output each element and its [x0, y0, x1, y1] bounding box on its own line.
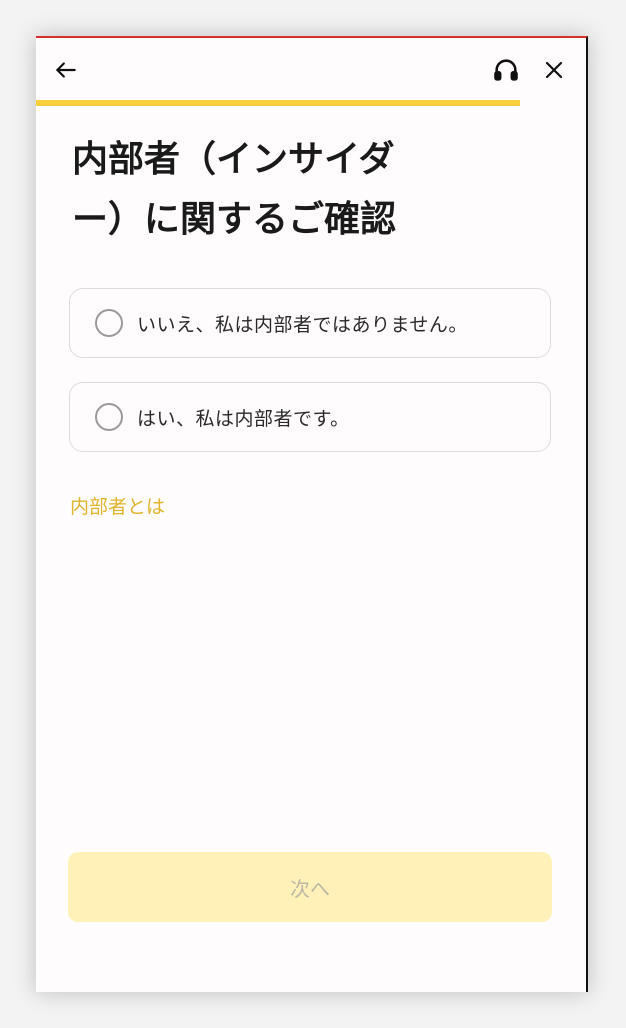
- support-button[interactable]: [488, 52, 524, 88]
- page-title-line-2: ー）に関するご確認: [72, 199, 397, 240]
- app-window: 内部者（インサイダ ー）に関するご確認 いいえ、私は内部者ではありません。 はい…: [36, 36, 588, 992]
- radio-not-insider[interactable]: [95, 309, 123, 337]
- close-button[interactable]: [536, 52, 572, 88]
- close-icon: [545, 61, 563, 79]
- next-button[interactable]: 次へ: [68, 852, 552, 922]
- option-label: いいえ、私は内部者ではありません。: [137, 313, 468, 336]
- option-insider[interactable]: はい、私は内部者です。: [69, 382, 551, 452]
- back-button[interactable]: [48, 52, 84, 88]
- top-bar: [36, 38, 586, 102]
- arrow-left-icon: [56, 62, 76, 78]
- progress-bar-fill: [36, 100, 520, 106]
- insider-options: いいえ、私は内部者ではありません。 はい、私は内部者です。: [69, 288, 551, 476]
- progress-bar: [36, 100, 586, 106]
- page-title-line-1: 内部者（インサイダ: [72, 139, 395, 180]
- option-label: はい、私は内部者です。: [137, 407, 350, 430]
- radio-insider[interactable]: [95, 403, 123, 431]
- option-not-insider[interactable]: いいえ、私は内部者ではありません。: [69, 288, 551, 358]
- headphones-icon: [494, 59, 518, 81]
- what-is-insider-link[interactable]: 内部者とは: [70, 492, 165, 519]
- page-title: 内部者（インサイダ ー）に関するご確認: [72, 130, 472, 250]
